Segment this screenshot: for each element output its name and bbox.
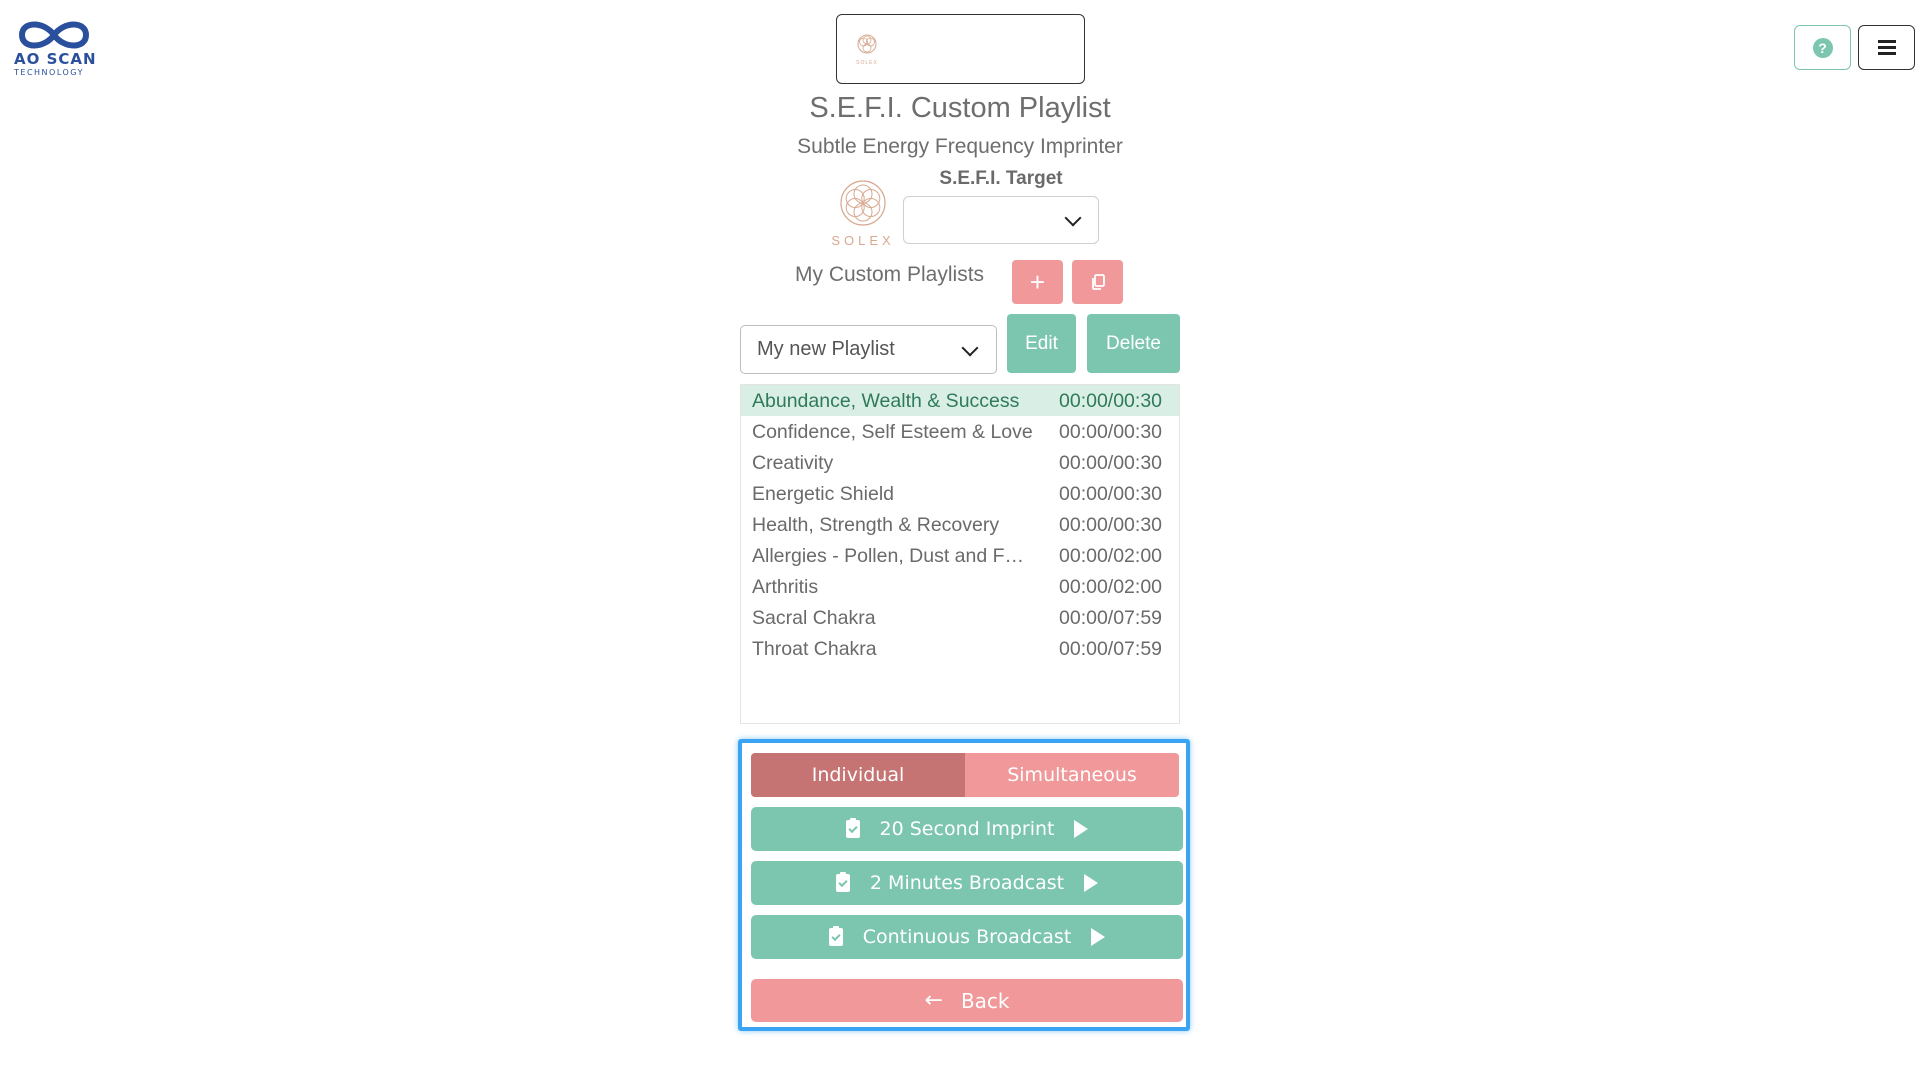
my-playlists-label: My Custom Playlists (795, 263, 985, 286)
hamburger-icon (1877, 37, 1896, 59)
broadcast-2min-label: 2 Minutes Broadcast (869, 872, 1065, 894)
playlist-select-value: My new Playlist (757, 338, 895, 360)
play-icon (1074, 820, 1089, 838)
item-name: Sacral Chakra (752, 607, 876, 629)
item-name: Health, Strength & Recovery (752, 514, 1000, 536)
list-item[interactable]: Allergies - Pollen, Dust and F… 00:00/02… (741, 540, 1179, 571)
copy-playlist-button[interactable] (1072, 260, 1123, 304)
imprint-label: 20 Second Imprint (879, 818, 1055, 840)
list-item[interactable]: Abundance, Wealth & Success 00:00/00:30 (741, 385, 1179, 416)
chevron-down-icon (1064, 209, 1082, 227)
list-item[interactable]: Confidence, Self Esteem & Love 00:00/00:… (741, 416, 1179, 447)
item-name: Allergies - Pollen, Dust and F… (752, 545, 1025, 567)
delete-button[interactable]: Delete (1087, 314, 1180, 373)
device-selector[interactable]: SOLEX (836, 14, 1085, 84)
item-time: 00:00/00:30 (1059, 421, 1163, 443)
item-time: 00:00/00:30 (1059, 452, 1163, 474)
flower-of-life-icon (840, 180, 886, 226)
broadcast-2min-button[interactable]: 2 Minutes Broadcast (751, 861, 1183, 905)
item-time: 00:00/02:00 (1059, 576, 1163, 598)
item-name: Arthritis (752, 576, 819, 598)
chevron-down-icon (961, 339, 979, 357)
play-icon (1084, 874, 1099, 892)
item-name: Confidence, Self Esteem & Love (752, 421, 1033, 443)
list-item[interactable]: Arthritis 00:00/02:00 (741, 571, 1179, 602)
item-name: Energetic Shield (752, 483, 895, 505)
plus-icon: + (1029, 267, 1046, 297)
target-label: S.E.F.I. Target (939, 168, 1063, 189)
edit-button[interactable]: Edit (1007, 314, 1076, 373)
clipboard-check-icon (828, 926, 843, 946)
solex-word: SOLEX (831, 233, 895, 248)
clipboard-check-icon (845, 818, 860, 838)
item-name: Throat Chakra (752, 638, 877, 660)
brand-name: AO SCAN (14, 50, 97, 68)
page-title: S.E.F.I. Custom Playlist (809, 92, 1111, 124)
list-item[interactable]: Creativity 00:00/00:30 (741, 447, 1179, 478)
item-time: 00:00/00:30 (1059, 390, 1163, 412)
solex-small-word: SOLEX (856, 59, 878, 66)
playlist-select[interactable]: My new Playlist (740, 325, 997, 374)
clipboard-check-icon (835, 872, 850, 892)
list-item[interactable]: Throat Chakra 00:00/07:59 (741, 633, 1179, 664)
continuous-label: Continuous Broadcast (862, 926, 1072, 948)
list-item[interactable]: Health, Strength & Recovery 00:00/00:30 (741, 509, 1179, 540)
menu-button[interactable] (1858, 25, 1915, 70)
play-icon (1091, 928, 1106, 946)
imprint-20s-button[interactable]: 20 Second Imprint (751, 807, 1183, 851)
help-button[interactable]: ? (1794, 25, 1851, 70)
simultaneous-mode-button[interactable]: Simultaneous (965, 753, 1179, 797)
brand-subtitle: TECHNOLOGY (14, 68, 84, 77)
item-time: 00:00/00:30 (1059, 514, 1163, 536)
item-name: Creativity (752, 452, 834, 474)
flower-of-life-icon (857, 34, 877, 53)
broadcast-panel: Individual Simultaneous 20 Second Imprin… (738, 739, 1190, 1031)
infinity-icon (18, 21, 90, 49)
copy-icon (1091, 274, 1105, 290)
list-item[interactable]: Sacral Chakra 00:00/07:59 (741, 602, 1179, 633)
item-time: 00:00/00:30 (1059, 483, 1163, 505)
individual-mode-button[interactable]: Individual (751, 753, 965, 797)
ao-scan-logo: AO SCAN TECHNOLOGY (14, 18, 104, 77)
back-label: Back (960, 988, 1010, 1013)
item-name: Abundance, Wealth & Success (752, 390, 1020, 412)
continuous-broadcast-button[interactable]: Continuous Broadcast (751, 915, 1183, 959)
mode-toggle: Individual Simultaneous (751, 753, 1179, 797)
item-time: 00:00/07:59 (1059, 638, 1163, 660)
item-time: 00:00/07:59 (1059, 607, 1163, 629)
question-icon: ? (1812, 37, 1833, 58)
item-time: 00:00/02:00 (1059, 545, 1163, 567)
add-playlist-button[interactable]: + (1012, 260, 1063, 304)
list-item[interactable]: Energetic Shield 00:00/00:30 (741, 478, 1179, 509)
playlist-items: Abundance, Wealth & Success 00:00/00:30 … (740, 384, 1180, 724)
page-subtitle: Subtle Energy Frequency Imprinter (797, 135, 1123, 158)
solex-small-logo: SOLEX (853, 33, 881, 66)
arrow-left-icon: ← (924, 988, 943, 1013)
back-button[interactable]: ← Back (751, 979, 1183, 1022)
solex-logo: SOLEX (828, 178, 898, 248)
target-select[interactable] (903, 196, 1099, 244)
